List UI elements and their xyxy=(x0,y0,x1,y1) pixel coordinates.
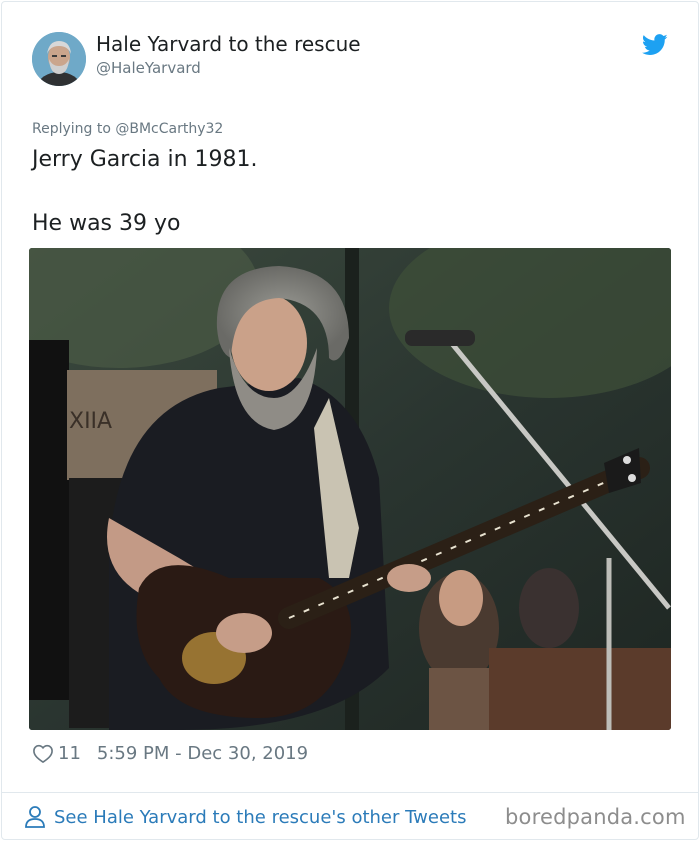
tweet-timestamp[interactable]: 5:59 PM - Dec 30, 2019 xyxy=(97,743,308,764)
svg-text:XIIA: XIIA xyxy=(69,409,112,434)
author-avatar[interactable] xyxy=(32,32,86,86)
tweet-text: Jerry Garcia in 1981. He was 39 yo xyxy=(32,147,258,236)
replying-to[interactable]: Replying to @BMcCarthy32 xyxy=(32,121,223,137)
boredpanda-watermark: boredpanda.com xyxy=(505,805,686,829)
author-name[interactable]: Hale Yarvard to the rescue xyxy=(96,32,361,56)
tweet-meta: 11 5:59 PM - Dec 30, 2019 xyxy=(32,741,308,765)
footer-divider xyxy=(2,792,698,793)
twitter-bird-icon[interactable] xyxy=(642,34,668,56)
person-icon xyxy=(25,806,45,828)
see-other-tweets-label[interactable]: See Hale Yarvard to the rescue's other T… xyxy=(54,807,466,828)
tweet-photo[interactable]: XIIA xyxy=(29,248,671,730)
heart-icon[interactable] xyxy=(32,743,54,763)
like-count[interactable]: 11 xyxy=(58,743,81,764)
author-handle[interactable]: @HaleYarvard xyxy=(96,59,201,77)
see-other-tweets-link[interactable]: See Hale Yarvard to the rescue's other T… xyxy=(24,803,466,831)
